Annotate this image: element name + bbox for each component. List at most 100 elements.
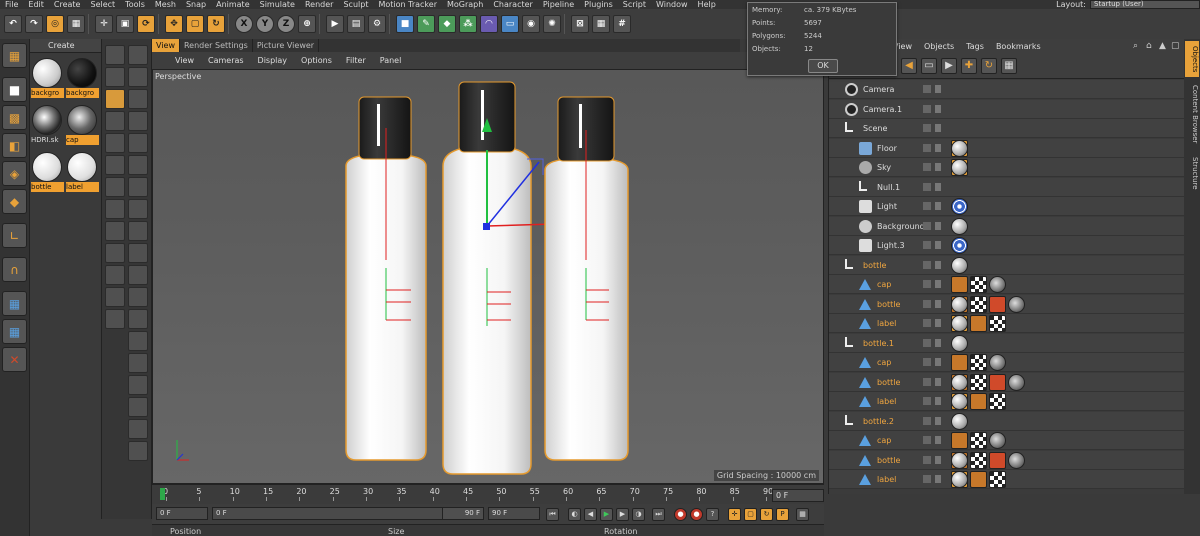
axis-z-button[interactable]: Z: [277, 15, 295, 33]
axis-y-button[interactable]: Y: [256, 15, 274, 33]
render-toggle[interactable]: [935, 163, 941, 171]
menu-simulate[interactable]: Simulate: [255, 0, 300, 9]
folder-icon[interactable]: ▭: [921, 58, 937, 74]
chrome-tag-icon[interactable]: [1008, 373, 1025, 391]
object-row[interactable]: Background: [829, 216, 1185, 236]
clapperboard-icon[interactable]: ▦: [1001, 58, 1017, 74]
object-row[interactable]: Scene: [829, 119, 1185, 138]
make-editable-icon[interactable]: ▦: [2, 43, 27, 68]
viewport-camera-label[interactable]: Perspective: [155, 72, 201, 81]
visibility-toggle[interactable]: [923, 202, 931, 210]
tool-icon[interactable]: [105, 177, 125, 197]
mat-tag-icon[interactable]: [951, 315, 968, 332]
snapping-icon[interactable]: ⊠: [571, 15, 589, 33]
rotate-icon[interactable]: ⟳: [137, 15, 155, 33]
tool-icon[interactable]: [128, 221, 148, 241]
mat-tag-icon[interactable]: [951, 139, 968, 157]
phong-tag-icon[interactable]: [970, 393, 987, 410]
render-picture-viewer-icon[interactable]: ▤: [347, 15, 365, 33]
redo-icon[interactable]: ↷: [25, 15, 43, 33]
coordinate-system-icon[interactable]: ⊕: [298, 15, 316, 33]
object-row[interactable]: bottle.2: [829, 411, 1185, 431]
play-icon[interactable]: ▶: [600, 508, 613, 521]
point-level-animation-icon[interactable]: ▦: [796, 508, 809, 521]
render-toggle[interactable]: [935, 124, 941, 132]
visibility-toggle[interactable]: [923, 280, 931, 288]
viewport-menu-options[interactable]: Options: [294, 56, 339, 65]
viewport-menu-view[interactable]: View: [168, 56, 201, 65]
render-toggle[interactable]: [935, 280, 941, 288]
tool-icon[interactable]: [128, 309, 148, 329]
menu-snap[interactable]: Snap: [181, 0, 211, 9]
tool-icon[interactable]: [128, 287, 148, 307]
visibility-toggle[interactable]: [923, 260, 931, 269]
material-swatch[interactable]: backgro: [66, 56, 99, 102]
render-toggle[interactable]: [935, 377, 941, 386]
up-arrow-icon[interactable]: ▲: [1159, 41, 1166, 51]
tool-icon[interactable]: [105, 309, 125, 329]
magnet-icon[interactable]: ∩: [2, 257, 27, 282]
ok-button[interactable]: OK: [808, 59, 838, 73]
keyframe-selection-icon[interactable]: ?: [706, 508, 719, 521]
menu-character[interactable]: Character: [488, 0, 538, 9]
visibility-toggle[interactable]: [923, 143, 931, 152]
check-tag-icon[interactable]: [970, 354, 987, 371]
object-name[interactable]: bottle: [863, 256, 886, 275]
live-selection-icon[interactable]: ◎: [46, 15, 64, 33]
target-tag-icon[interactable]: [951, 198, 968, 215]
workplane-icon[interactable]: ▦: [592, 15, 610, 33]
render-toggle[interactable]: [935, 436, 941, 444]
start-frame-field[interactable]: 0 F: [156, 507, 208, 520]
menu-window[interactable]: Window: [651, 0, 693, 9]
previous-frame-icon[interactable]: ◀: [584, 508, 597, 521]
visibility-toggle[interactable]: [923, 358, 931, 366]
bottle-left[interactable]: [345, 96, 427, 461]
tool-icon[interactable]: [105, 155, 125, 175]
object-row[interactable]: Camera: [829, 80, 1185, 99]
move-icon[interactable]: ✛: [95, 15, 113, 33]
tool-icon[interactable]: [128, 265, 148, 285]
menu-create[interactable]: Create: [49, 0, 86, 9]
tri-tag-icon[interactable]: [989, 451, 1006, 469]
tool-icon[interactable]: [128, 67, 148, 87]
menu-plugins[interactable]: Plugins: [579, 0, 618, 9]
object-menu-bookmarks[interactable]: Bookmarks: [990, 42, 1047, 51]
object-row[interactable]: Camera.1: [829, 99, 1185, 119]
planar-workplane-icon[interactable]: ▦: [2, 319, 27, 344]
mat-tag-icon[interactable]: [951, 334, 968, 352]
render-toggle[interactable]: [935, 397, 941, 405]
target-tag-icon[interactable]: [951, 237, 968, 254]
points-mode-icon[interactable]: ◈: [2, 161, 27, 186]
visibility-toggle[interactable]: [923, 319, 931, 327]
chrome-tag-icon[interactable]: [1008, 451, 1025, 469]
visibility-toggle[interactable]: [923, 397, 931, 405]
phong-tag-icon[interactable]: [951, 354, 968, 371]
tool-icon[interactable]: [105, 221, 125, 241]
mat-tag-icon[interactable]: [951, 373, 968, 391]
check-tag-icon[interactable]: [970, 373, 987, 391]
render-view-icon[interactable]: ▶: [326, 15, 344, 33]
render-toggle[interactable]: [935, 319, 941, 327]
viewport-menu-cameras[interactable]: Cameras: [201, 56, 251, 65]
phong-tag-icon[interactable]: [951, 276, 968, 293]
object-name[interactable]: Sky: [877, 158, 891, 177]
object-name[interactable]: Null.1: [877, 178, 900, 197]
object-name[interactable]: Light: [877, 197, 897, 216]
visibility-toggle[interactable]: [923, 299, 931, 308]
record-icon[interactable]: ●: [674, 508, 687, 521]
object-row[interactable]: Light: [829, 197, 1185, 216]
menu-select[interactable]: Select: [85, 0, 120, 9]
layout-select[interactable]: Startup (User): [1090, 0, 1200, 9]
grid-icon[interactable]: #: [613, 15, 631, 33]
object-name[interactable]: bottle.1: [863, 334, 894, 353]
selection-mode-icon[interactable]: ▦: [67, 15, 85, 33]
previous-key-icon[interactable]: ◐: [568, 508, 581, 521]
object-name[interactable]: bottle.2: [863, 412, 894, 431]
object-row[interactable]: Sky: [829, 158, 1185, 177]
object-name[interactable]: label: [877, 392, 896, 411]
current-frame-field[interactable]: 0 F: [772, 489, 824, 502]
render-toggle[interactable]: [935, 221, 941, 230]
menu-edit[interactable]: Edit: [23, 0, 49, 9]
render-toggle[interactable]: [935, 85, 941, 93]
render-toggle[interactable]: [935, 358, 941, 366]
